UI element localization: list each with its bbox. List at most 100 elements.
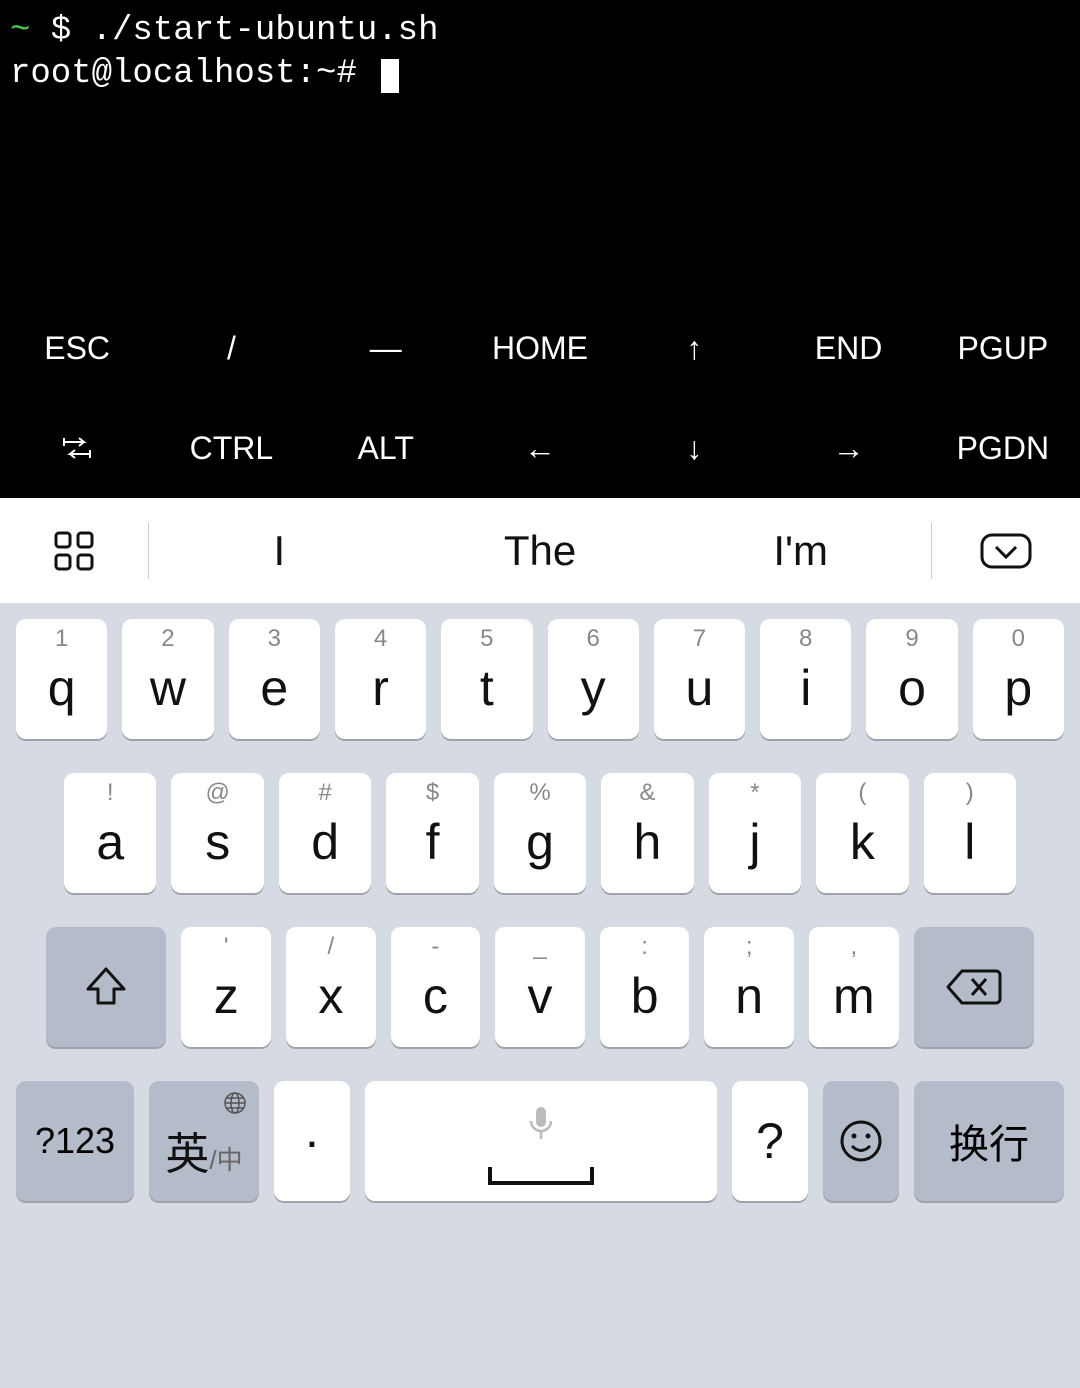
space-key[interactable]: [365, 1081, 717, 1201]
key-d[interactable]: #d: [279, 773, 371, 893]
extra-key-pgdn[interactable]: PGDN: [926, 398, 1080, 498]
extra-key-down[interactable]: ↓: [617, 398, 771, 498]
extra-key-left[interactable]: ←: [463, 398, 617, 498]
keyboard-row-1: 1q2w3e4r5t6y7u8i9o0p: [16, 619, 1064, 739]
key-n[interactable]: ;n: [704, 927, 794, 1047]
key-e[interactable]: 3e: [229, 619, 320, 739]
key-hint: !: [107, 779, 114, 807]
key-o[interactable]: 9o: [866, 619, 957, 739]
key-m[interactable]: ,m: [809, 927, 899, 1047]
key-w[interactable]: 2w: [122, 619, 213, 739]
extra-key-pgup[interactable]: PGUP: [926, 298, 1080, 398]
shift-icon: [82, 963, 130, 1011]
ime-suggestion-bar: I The I'm: [0, 498, 1080, 603]
question-mark-key[interactable]: ?: [732, 1081, 808, 1201]
suggestion-1[interactable]: I: [149, 527, 410, 575]
key-j[interactable]: *j: [709, 773, 801, 893]
lang-secondary-label: /中: [209, 1140, 242, 1177]
extra-key-up[interactable]: ↑: [617, 298, 771, 398]
key-hint: ,: [850, 933, 857, 961]
key-main-label: n: [735, 967, 763, 1025]
key-v[interactable]: _v: [495, 927, 585, 1047]
key-r[interactable]: 4r: [335, 619, 426, 739]
period-key[interactable]: ·: [274, 1081, 350, 1201]
key-z[interactable]: 'z: [181, 927, 271, 1047]
question-key-label: ?: [756, 1112, 784, 1170]
key-hint: 7: [693, 625, 706, 653]
key-main-label: b: [631, 967, 659, 1025]
terminal-line-1: $ ./start-ubuntu.sh: [30, 12, 438, 50]
extra-key-esc[interactable]: ESC: [0, 298, 154, 398]
extra-key-home[interactable]: HOME: [463, 298, 617, 398]
extra-key-dash[interactable]: —: [309, 298, 463, 398]
key-main-label: w: [150, 659, 186, 717]
ime-apps-button[interactable]: [0, 527, 148, 575]
extra-key-right[interactable]: →: [771, 398, 925, 498]
key-main-label: a: [96, 813, 124, 871]
key-hint: @: [206, 779, 230, 807]
terminal-cursor: [381, 59, 399, 93]
key-main-label: k: [850, 813, 875, 871]
backspace-icon: [946, 967, 1002, 1007]
extra-key-end[interactable]: END: [771, 298, 925, 398]
key-main-label: l: [964, 813, 975, 871]
key-h[interactable]: &h: [601, 773, 693, 893]
key-hint: 2: [161, 625, 174, 653]
symbols-key-label: ?123: [35, 1120, 115, 1162]
suggestion-2[interactable]: The: [410, 527, 671, 575]
key-main-label: q: [48, 659, 76, 717]
extra-key-slash[interactable]: /: [154, 298, 308, 398]
key-c[interactable]: -c: [391, 927, 481, 1047]
symbols-key[interactable]: ?123: [16, 1081, 134, 1201]
extra-key-alt[interactable]: ALT: [309, 398, 463, 498]
key-main-label: y: [581, 659, 606, 717]
key-l[interactable]: )l: [924, 773, 1016, 893]
key-t[interactable]: 5t: [441, 619, 532, 739]
key-hint: :: [641, 933, 648, 961]
key-q[interactable]: 1q: [16, 619, 107, 739]
extra-key-tab[interactable]: [0, 398, 154, 498]
enter-key-label: 换行: [949, 1112, 1029, 1170]
lang-primary-label: 英: [165, 1118, 209, 1182]
keyboard-row-2: !a@s#d$f%g&h*j(k)l: [16, 773, 1064, 893]
key-i[interactable]: 8i: [760, 619, 851, 739]
key-main-label: o: [898, 659, 926, 717]
terminal-line-2: root@localhost:~#: [10, 55, 377, 93]
language-switch-key[interactable]: 英 /中: [149, 1081, 259, 1201]
key-p[interactable]: 0p: [973, 619, 1064, 739]
key-hint: (: [858, 779, 866, 807]
key-s[interactable]: @s: [171, 773, 263, 893]
key-hint: 8: [799, 625, 812, 653]
key-hint: /: [327, 933, 334, 961]
tab-icon: [62, 436, 92, 460]
key-g[interactable]: %g: [494, 773, 586, 893]
key-hint: 0: [1012, 625, 1025, 653]
suggestion-3[interactable]: I'm: [670, 527, 931, 575]
shift-key[interactable]: [46, 927, 166, 1047]
key-u[interactable]: 7u: [654, 619, 745, 739]
key-k[interactable]: (k: [816, 773, 908, 893]
key-hint: 1: [55, 625, 68, 653]
key-f[interactable]: $f: [386, 773, 478, 893]
key-y[interactable]: 6y: [548, 619, 639, 739]
emoji-key[interactable]: [823, 1081, 899, 1201]
key-main-label: v: [528, 967, 553, 1025]
ime-collapse-button[interactable]: [932, 527, 1080, 575]
key-hint: ): [966, 779, 974, 807]
terminal-output[interactable]: ~ $ ./start-ubuntu.sh root@localhost:~#: [0, 0, 1080, 298]
enter-key[interactable]: 换行: [914, 1081, 1064, 1201]
key-a[interactable]: !a: [64, 773, 156, 893]
key-b[interactable]: :b: [600, 927, 690, 1047]
key-hint: #: [318, 779, 331, 807]
key-hint: $: [426, 779, 439, 807]
key-main-label: j: [749, 813, 760, 871]
terminal-tilde: ~: [10, 12, 30, 50]
globe-icon: [223, 1091, 247, 1115]
key-x[interactable]: /x: [286, 927, 376, 1047]
key-main-label: d: [311, 813, 339, 871]
key-hint: 5: [480, 625, 493, 653]
extra-key-ctrl[interactable]: CTRL: [154, 398, 308, 498]
chevron-down-in-box-icon: [976, 527, 1036, 575]
backspace-key[interactable]: [914, 927, 1034, 1047]
key-main-label: g: [526, 813, 554, 871]
